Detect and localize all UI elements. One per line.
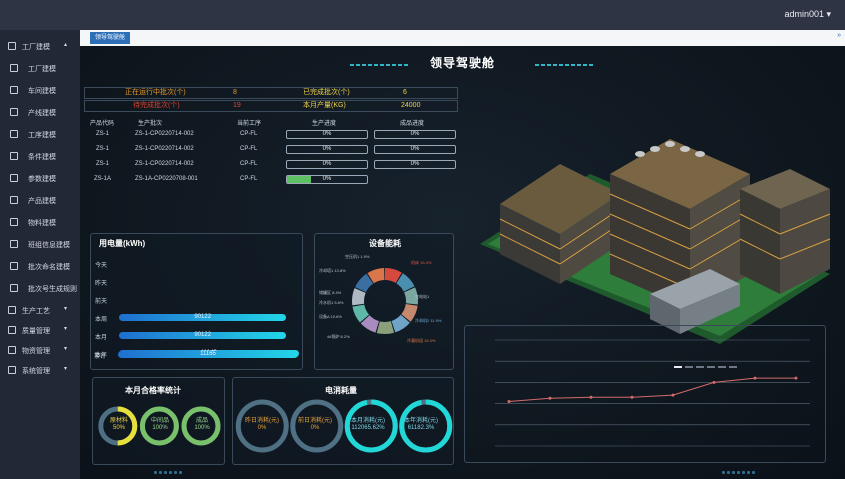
grid-icon (10, 196, 18, 204)
electricity-total-row: 累计 11165 (90, 346, 303, 366)
page-title: 领导驾驶舱 (429, 56, 495, 70)
sidebar-item-batch-naming[interactable]: 批次命名建模 (0, 258, 80, 276)
tab-bar: 领导驾驶舱 » (80, 30, 845, 46)
factory-3d-illustration (480, 139, 831, 344)
sidebar-group-system[interactable]: 系统管理 ▾ (0, 362, 80, 380)
month-output-label: 本月产量(KG) (303, 102, 346, 109)
grid-icon (10, 262, 18, 270)
progress-bar: 0% (286, 145, 368, 154)
grid-icon (10, 284, 18, 292)
progress-bar: 0% (286, 160, 368, 169)
folder-icon (8, 306, 16, 314)
col-header-finished: 成品进度 (400, 121, 425, 127)
data-point (589, 395, 593, 399)
sidebar: 工厂建模 ▴ 工厂建模 车间建模 产线建模 工序建模 条件建模 参数建模 产品建模… (0, 30, 80, 479)
quality-panel: 本月合格率统计 原材料 50% 中间品 100% 成品 100% (92, 377, 225, 465)
chevron-up-icon: ▴ (64, 42, 68, 48)
equipment-energy-panel: 设备能耗 空压机1 1.9% 机床 15.4% 冷却塔1 13.8% 储罐区 8… (314, 233, 454, 370)
chevron-down-icon: ▾ (64, 346, 68, 352)
finished-bar: 0% (374, 145, 456, 154)
month-output-value: 24000 (401, 102, 421, 109)
trend-line-chart (495, 339, 810, 447)
sidebar-group-quality[interactable]: 质量管理 ▾ (0, 322, 80, 340)
chevron-down-icon: ▾ (64, 326, 68, 332)
trend-chart-panel (464, 325, 826, 463)
data-point (671, 393, 675, 397)
sidebar-item-team[interactable]: 班组信息建模 (0, 236, 80, 254)
running-value: 8 (233, 89, 237, 96)
pending-label: 待完成批次(个) (133, 102, 180, 109)
power-title: 电消耗量 (325, 386, 357, 395)
data-point (712, 380, 716, 384)
power-consumption-panel: 电消耗量 昨日消耗(元) 0% 前日消耗(元) 0% 本月消耗(元) 11206… (232, 377, 454, 465)
summary-row-1: 正在运行中批次(个) 8 已完成批次(个) 6 (84, 87, 458, 99)
sidebar-group-factory-modeling[interactable]: 工厂建模 ▴ (0, 38, 80, 56)
sidebar-item-batch-rule[interactable]: 批次号生成规则 (0, 280, 80, 298)
sidebar-group-production-process[interactable]: 生产工艺 ▾ (0, 302, 80, 320)
factory-building-right (739, 169, 831, 294)
col-header-step: 当前工序 (237, 121, 262, 127)
grid-icon (10, 152, 18, 160)
chevron-down-icon: ▾ (64, 366, 68, 372)
grid-icon (10, 64, 18, 72)
equipment-donut-chart (352, 268, 418, 334)
sidebar-item-factory[interactable]: 工厂建模 (0, 60, 80, 78)
data-point (630, 395, 634, 399)
electricity-bar-month: 90122 (119, 332, 287, 339)
finished-bar: 0% (374, 130, 456, 139)
user-menu[interactable]: admin001 ▾ (784, 9, 831, 20)
col-header-progress: 生产进度 (312, 121, 337, 127)
completed-value: 6 (403, 89, 407, 96)
data-point (753, 376, 757, 380)
data-point (548, 396, 552, 400)
sidebar-item-product[interactable]: 产品建模 (0, 192, 80, 210)
progress-bar: 0% (286, 175, 368, 184)
electricity-bar-week: 90122 (119, 314, 287, 321)
quality-title: 本月合格率统计 (125, 386, 181, 395)
summary-row-2: 待完成批次(个) 19 本月产量(KG) 24000 (84, 100, 458, 112)
collapse-icon[interactable]: » (837, 32, 841, 39)
grid-icon (10, 86, 18, 94)
shield-icon (8, 326, 16, 334)
carousel-dots-right[interactable] (722, 461, 757, 474)
finished-bar: 0% (374, 160, 456, 169)
grid-icon (10, 130, 18, 138)
folder-icon (8, 42, 16, 50)
data-point (507, 399, 511, 403)
sidebar-item-workshop[interactable]: 车间建模 (0, 82, 80, 100)
sidebar-item-condition[interactable]: 条件建模 (0, 148, 80, 166)
users-icon (8, 366, 16, 374)
equipment-energy-title: 设备能耗 (369, 239, 401, 248)
completed-label: 已完成批次(个) (303, 89, 350, 96)
sidebar-item-material[interactable]: 物料建模 (0, 214, 80, 232)
box-icon (8, 346, 16, 354)
carousel-dots-left[interactable] (154, 461, 184, 474)
chevron-down-icon: ▾ (64, 306, 68, 312)
running-label: 正在运行中批次(个) (125, 89, 186, 96)
grid-icon (10, 240, 18, 248)
col-header-code: 产品代码 (90, 121, 115, 127)
tab-leader-cockpit[interactable]: 领导驾驶舱 (90, 32, 131, 44)
top-bar: admin001 ▾ (0, 0, 845, 30)
electricity-bar-total: 11165 (118, 351, 298, 358)
sidebar-item-parameter[interactable]: 参数建模 (0, 170, 80, 188)
sidebar-item-process[interactable]: 工序建模 (0, 126, 80, 144)
col-header-batch: 生产批次 (138, 121, 163, 127)
grid-icon (10, 108, 18, 116)
sidebar-item-line[interactable]: 产线建模 (0, 104, 80, 122)
dashboard: 领导驾驶舱 正在运行中批次(个) 8 已完成批次(个) 6 待完成批次(个) 1… (80, 46, 845, 479)
sidebar-group-materials[interactable]: 物资管理 ▾ (0, 342, 80, 360)
electricity-title: 用电量(kWh) (99, 239, 146, 248)
series-line (508, 377, 796, 402)
grid-icon (10, 174, 18, 182)
data-point (794, 376, 798, 380)
grid-icon (10, 218, 18, 226)
progress-bar: 0% (286, 130, 368, 139)
pending-value: 19 (233, 102, 241, 109)
